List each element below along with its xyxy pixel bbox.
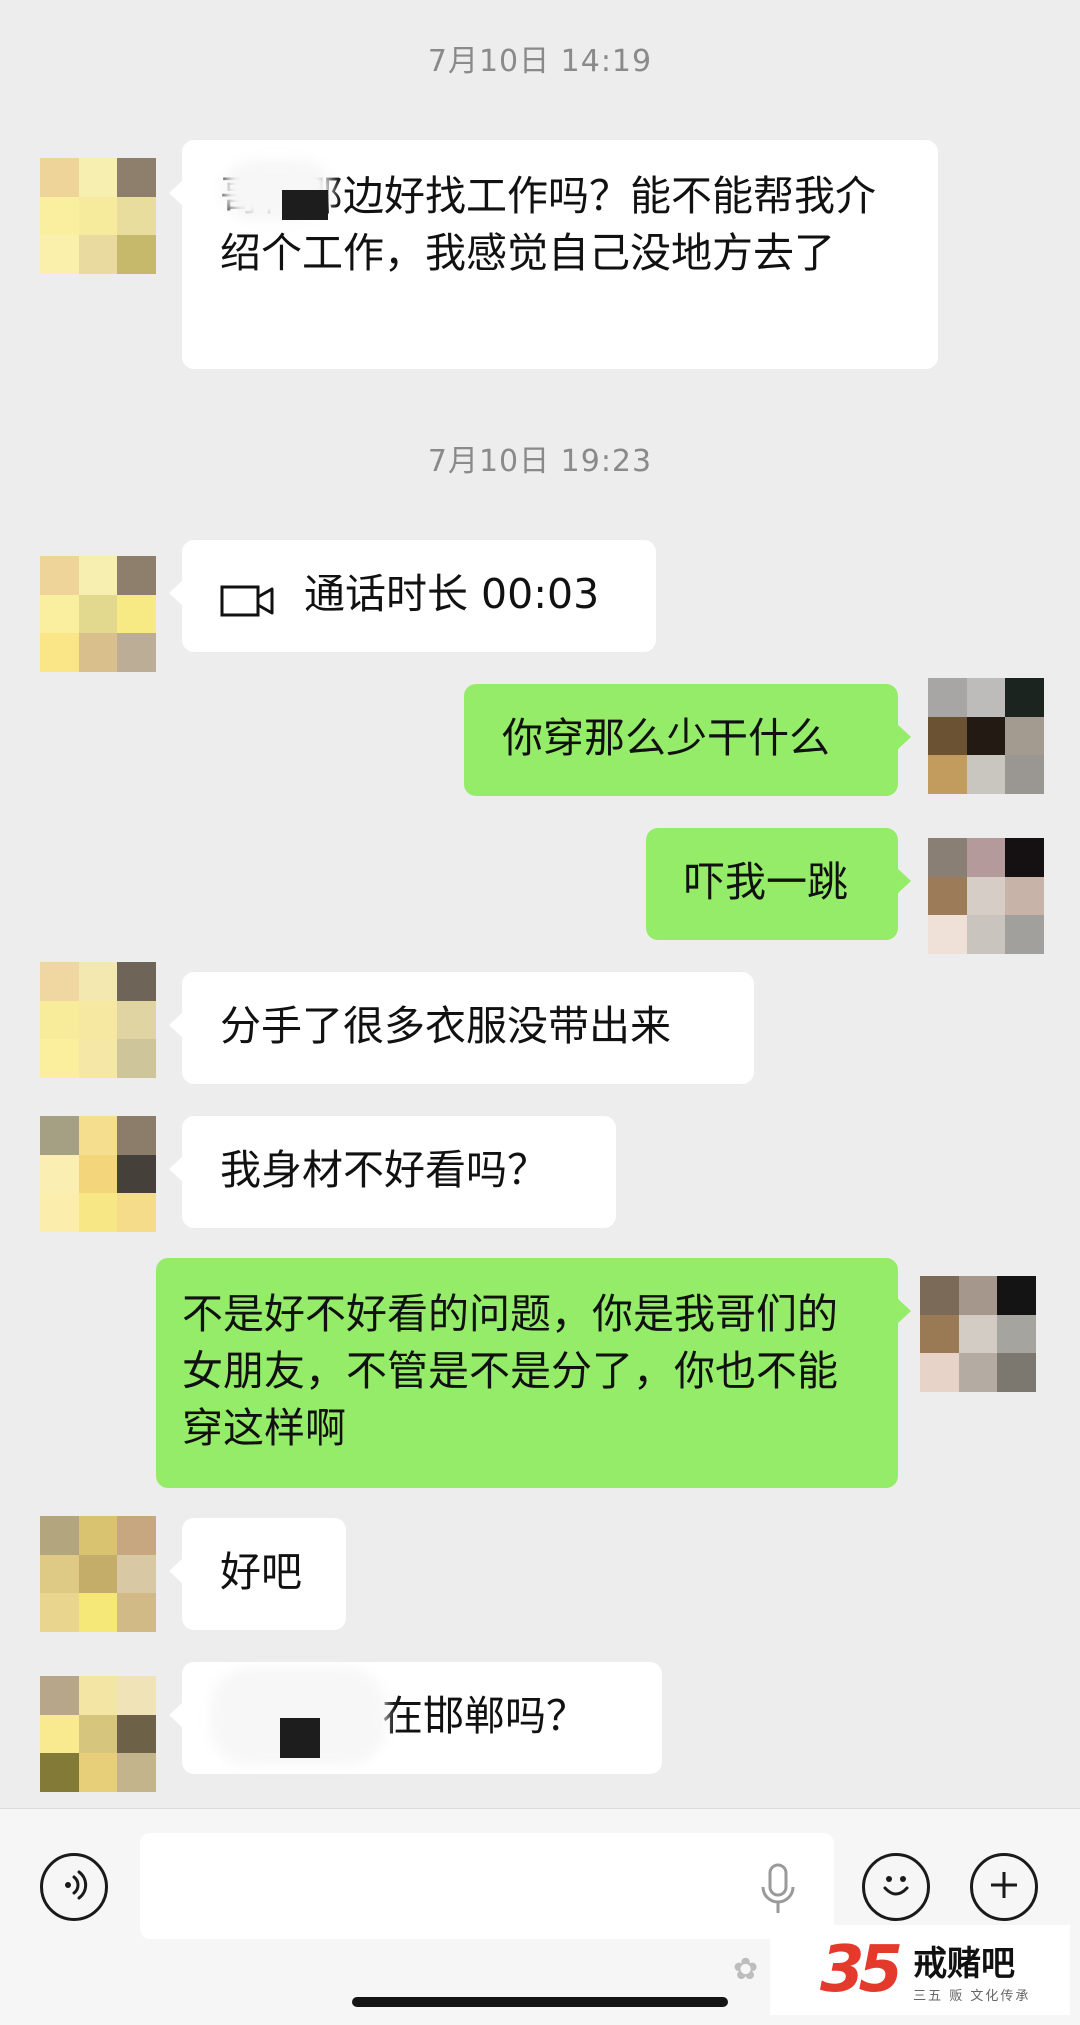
message-bubble-incoming[interactable]: 我身材不好看吗？ [169,1116,616,1228]
contact-avatar[interactable] [40,1116,156,1232]
message-text: 分手了很多衣服没带出来 [220,1002,671,1050]
message-text: 吓我一跳 [684,858,848,906]
my-avatar[interactable] [928,678,1044,794]
call-record-bubble[interactable]: 通话时长 00:03 [169,540,656,652]
redaction-block [280,1718,320,1758]
message-bubble-incoming[interactable]: 好吧 [169,1518,346,1630]
emoji-icon [876,1865,916,1909]
watermark-number: 35 [820,1933,903,2007]
contact-avatar[interactable] [40,1516,156,1632]
watermark-subtitle: 三五 贩 文化传承 [913,1989,1031,2004]
message-input[interactable] [140,1833,834,1939]
emoji-button[interactable] [862,1853,930,1921]
voice-toggle-icon [56,1867,92,1907]
message-bubble-outgoing[interactable]: 吓我一跳 [646,828,911,940]
more-actions-button[interactable] [970,1853,1038,1921]
message-text: 你穿那么少干什么 [502,714,830,762]
video-camera-icon [220,577,274,616]
message-bubble-outgoing[interactable]: 你穿那么少干什么 [464,684,911,796]
timestamp: 7月10日 19:23 [427,444,653,479]
watermark-title: 戒赌吧 [913,1944,1016,1984]
my-avatar[interactable] [920,1276,1036,1392]
timestamp: 7月10日 14:19 [427,44,653,79]
my-avatar[interactable] [928,838,1044,954]
message-bubble-incoming[interactable]: 分手了很多衣服没带出来 [169,972,754,1084]
contact-avatar[interactable] [40,158,156,274]
message-bubble-outgoing[interactable]: 不是好不好看的问题，你是我哥们的女朋友，不管是不是分了，你也不能穿这样啊 [156,1258,911,1488]
microphone-icon[interactable] [758,1861,798,1917]
voice-toggle-button[interactable] [40,1853,108,1921]
message-text: 好吧 [220,1548,302,1596]
home-indicator[interactable] [352,1997,728,2007]
plus-icon [986,1867,1022,1907]
message-text: 我身材不好看吗？ [220,1146,548,1194]
watermark-logo: 35 戒赌吧 三五 贩 文化传承 [770,1925,1070,2015]
contact-avatar[interactable] [40,962,156,1078]
call-duration-text: 通话时长 00:03 [304,570,600,618]
redaction-block [282,190,328,220]
message-text: 在邯郸吗？ [382,1692,587,1740]
contact-avatar[interactable] [40,556,156,672]
contact-avatar[interactable] [40,1676,156,1792]
message-text: 不是好不好看的问题，你是我哥们的女朋友，不管是不是分了，你也不能穿这样啊 [182,1290,838,1452]
